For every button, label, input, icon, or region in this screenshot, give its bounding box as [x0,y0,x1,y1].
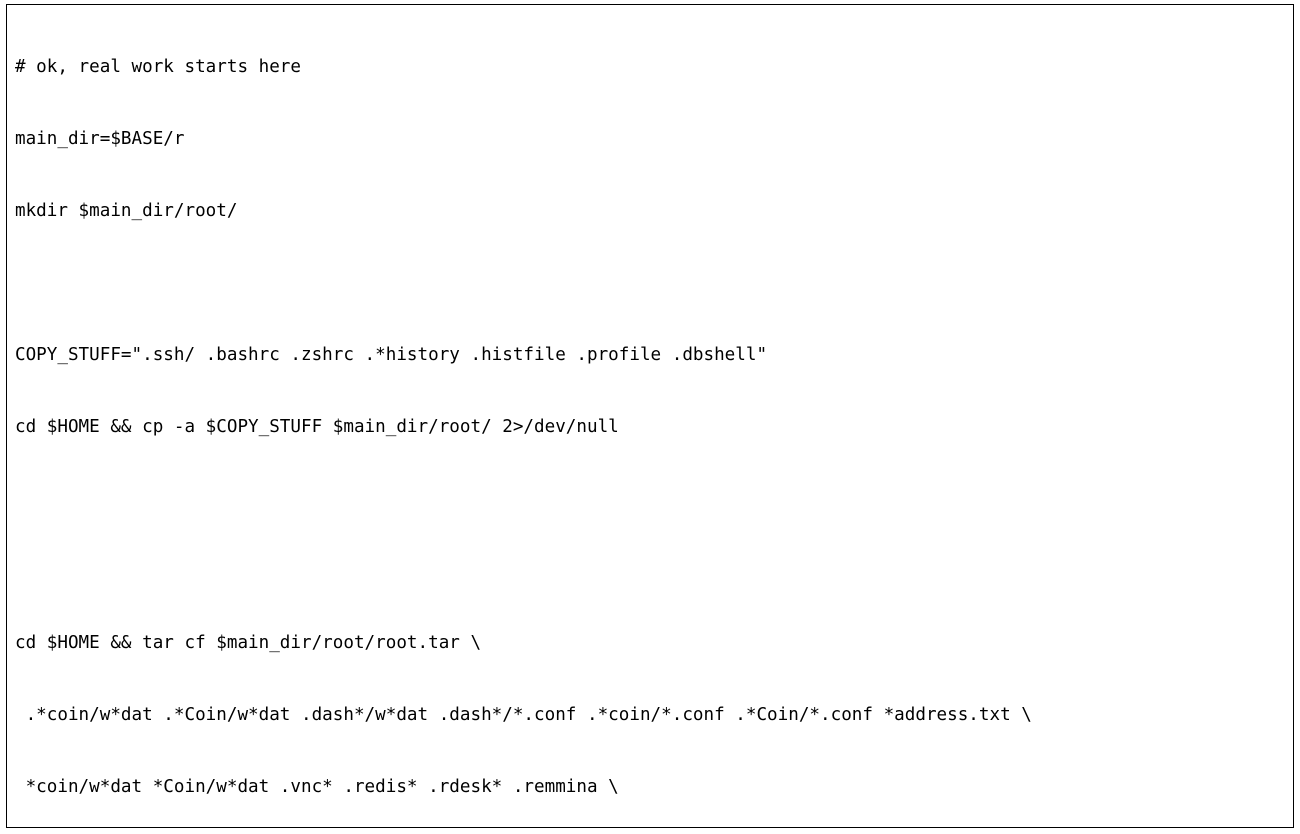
code-line: # ok, real work starts here [15,55,1285,79]
code-line: COPY_STUFF=".ssh/ .bashrc .zshrc .*histo… [15,343,1285,367]
code-line: cd $HOME && tar cf $main_dir/root/root.t… [15,631,1285,655]
code-line [15,559,1285,583]
code-block: # ok, real work starts here main_dir=$BA… [6,4,1294,828]
page: # ok, real work starts here main_dir=$BA… [0,0,1300,834]
code-line: cd $HOME && cp -a $COPY_STUFF $main_dir/… [15,415,1285,439]
code-line: .*coin/w*dat .*Coin/w*dat .dash*/w*dat .… [15,703,1285,727]
code-line [15,487,1285,511]
code-line: *coin/w*dat *Coin/w*dat .vnc* .redis* .r… [15,775,1285,799]
code-line: mkdir $main_dir/root/ [15,199,1285,223]
code-line [15,271,1285,295]
code-line: main_dir=$BASE/r [15,127,1285,151]
